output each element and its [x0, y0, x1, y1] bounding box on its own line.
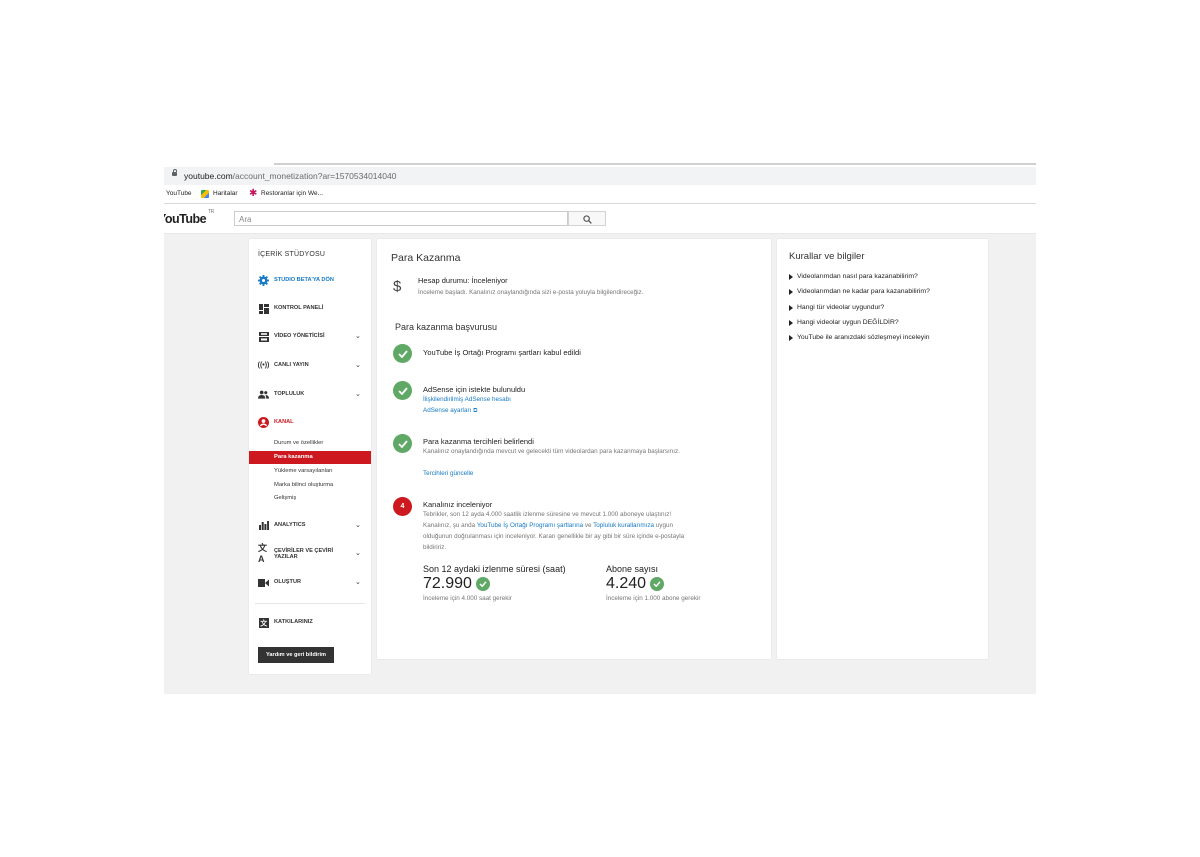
search-input[interactable]: Ara	[234, 211, 568, 226]
chevron-down-icon[interactable]: ⌄	[355, 361, 361, 369]
dollar-icon: $	[393, 278, 402, 295]
video-camera-icon	[258, 577, 269, 588]
community-icon	[258, 389, 269, 400]
lock-icon	[172, 169, 177, 176]
search-icon	[583, 215, 592, 224]
step-preferences-text: Kanalınız onaylandığında mevcut ve gelec…	[423, 448, 680, 455]
video-manager-icon	[258, 331, 269, 342]
bookmark-maps[interactable]: Haritalar	[201, 187, 238, 201]
monetization-panel: Para Kazanma $ Hesap durumu: İnceleniyor…	[377, 239, 771, 659]
update-preferences-link[interactable]: Tercihleri güncelle	[423, 468, 473, 479]
dashboard-icon	[258, 303, 269, 314]
chevron-down-icon[interactable]: ⌄	[355, 521, 361, 529]
sidebar-subitem-branding[interactable]: Marka bilinci oluşturma	[249, 479, 371, 492]
sidebar-item-contributions[interactable]: 文 KATKILARINIZ	[249, 615, 371, 631]
sidebar-item-create[interactable]: OLUŞTUR ⌄	[249, 575, 371, 591]
chevron-down-icon[interactable]: ⌄	[355, 549, 361, 557]
step-review-text: Tebrikler, son 12 ayda 4.000 saatlik izl…	[423, 511, 685, 551]
sidebar-item-live[interactable]: ((•)) CANLI YAYIN ⌄	[249, 358, 371, 374]
url-text[interactable]: youtube.com/account_monetization?ar=1570…	[184, 167, 396, 185]
bookmarks-bar: YouTube Haritalar ✱ Restoranlar için We..…	[164, 187, 1036, 201]
sidebar-item-community[interactable]: TOPLULUK ⌄	[249, 387, 371, 403]
sidebar-item-channel[interactable]: KANAL	[249, 415, 371, 431]
rules-link[interactable]: Hangi videolar uygun DEĞİLDİR?	[789, 319, 899, 326]
adsense-settings-link[interactable]: AdSense ayarları ⧉	[423, 405, 477, 417]
community-guidelines-link[interactable]: Topluluk kurallarımıza	[593, 522, 654, 529]
account-status-description: İnceleme başladı. Kanalınız onaylandığın…	[418, 289, 644, 296]
watch-time-value: 72.990	[423, 575, 490, 593]
gear-icon	[258, 275, 269, 286]
live-icon: ((•))	[257, 362, 270, 369]
step-adsense-requested: AdSense için istekte bulunuldu	[423, 385, 526, 394]
maps-icon	[201, 190, 209, 198]
rules-title: Kurallar ve bilgiler	[789, 251, 865, 262]
check-icon	[393, 381, 412, 400]
check-icon	[475, 577, 490, 591]
channel-icon	[258, 417, 269, 428]
watch-time-label: Son 12 aydaki izlenme süresi (saat)	[423, 564, 566, 574]
sidebar-item-analytics[interactable]: ANALYTICS ⌄	[249, 518, 371, 534]
step-terms-accepted: YouTube İş Ortağı Programı şartları kabu…	[423, 348, 581, 357]
subscribers-note: İnceleme için 1.000 abone gerekir	[606, 595, 701, 602]
triangle-right-icon	[789, 304, 793, 311]
sidebar-subitem-monetization[interactable]: Para kazanma	[249, 451, 371, 464]
browser-chrome: youtube.com/account_monetization?ar=1570…	[164, 163, 1036, 234]
check-icon	[393, 344, 412, 363]
step-number-badge: 4	[393, 497, 412, 516]
triangle-right-icon	[789, 288, 793, 295]
step-channel-review: Kanalınız inceleniyor	[423, 500, 493, 509]
bookmark-restaurants[interactable]: ✱ Restoranlar için We...	[249, 187, 323, 201]
restaurant-icon: ✱	[249, 188, 258, 199]
sidebar-item-studio-beta[interactable]: STUDIO BETA'YA DÖN	[249, 273, 371, 289]
rules-link[interactable]: Videolarımdan ne kadar para kazanabiliri…	[789, 288, 930, 295]
window-edge	[274, 163, 1036, 165]
step-preferences-set: Para kazanma tercihleri belirlendi	[423, 437, 534, 446]
triangle-right-icon	[789, 273, 793, 280]
creator-studio-sidebar: İÇERİK STÜDYOSU STUDIO BETA'YA DÖN KONTR…	[249, 239, 371, 674]
page-title: Para Kazanma	[391, 252, 461, 264]
sidebar-item-video-manager[interactable]: VİDEO YÖNETİCİSİ ⌄	[249, 329, 371, 345]
svg-text:文: 文	[260, 618, 268, 627]
sidebar-heading: İÇERİK STÜDYOSU	[258, 251, 326, 258]
analytics-icon	[258, 520, 269, 531]
subscribers-value: 4.240	[606, 575, 665, 593]
rules-link[interactable]: Videolarımdan nasıl para kazanabilirim?	[789, 273, 918, 280]
address-bar[interactable]: youtube.com/account_monetization?ar=1570…	[164, 167, 1036, 185]
sidebar-subitem-advanced[interactable]: Gelişmiş	[249, 492, 371, 505]
help-feedback-button[interactable]: Yardım ve geri bildirim	[258, 647, 334, 663]
chevron-down-icon[interactable]: ⌄	[355, 390, 361, 398]
contributions-icon: 文	[258, 617, 269, 628]
rules-info-panel: Kurallar ve bilgiler Videolarımdan nasıl…	[777, 239, 988, 659]
youtube-header: YouTubeTR Ara	[164, 204, 1036, 234]
rules-link[interactable]: Hangi tür videolar uygundur?	[789, 304, 884, 311]
check-icon	[393, 434, 412, 453]
watch-time-note: İnceleme için 4.000 saat gerekir	[423, 595, 512, 602]
sidebar-divider	[255, 603, 365, 604]
triangle-right-icon	[789, 334, 793, 341]
bookmark-youtube[interactable]: YouTube	[166, 187, 192, 201]
account-status: Hesap durumu: İnceleniyor	[418, 276, 508, 285]
check-icon	[650, 577, 665, 591]
section-title: Para kazanma başvurusu	[395, 322, 498, 332]
sidebar-subitem-status[interactable]: Durum ve özellikler	[249, 437, 371, 450]
chevron-down-icon[interactable]: ⌄	[355, 332, 361, 340]
external-link-icon: ⧉	[473, 408, 478, 414]
screenshot-area: youtube.com/account_monetization?ar=1570…	[164, 163, 1036, 694]
chevron-down-icon[interactable]: ⌄	[355, 578, 361, 586]
search-button[interactable]	[568, 211, 606, 226]
sidebar-subitem-upload-defaults[interactable]: Yükleme varsayılanları	[249, 465, 371, 478]
translate-icon: 文A	[258, 543, 268, 564]
sidebar-item-dashboard[interactable]: KONTROL PANELİ	[249, 301, 371, 317]
youtube-logo[interactable]: YouTubeTR	[164, 209, 214, 226]
adsense-account-link[interactable]: İlişkilendirilmiş AdSense hesabı	[423, 394, 511, 405]
rules-link[interactable]: YouTube ile aranızdaki sözleşmeyi incele…	[789, 334, 930, 341]
partner-program-terms-link[interactable]: YouTube İş Ortağı Programı şartlarına	[477, 522, 583, 529]
triangle-right-icon	[789, 319, 793, 326]
subscribers-label: Abone sayısı	[606, 564, 659, 574]
sidebar-item-translations[interactable]: 文A ÇEVİRİLER VE ÇEVİRİ YAZILAR ⌄	[249, 543, 371, 565]
